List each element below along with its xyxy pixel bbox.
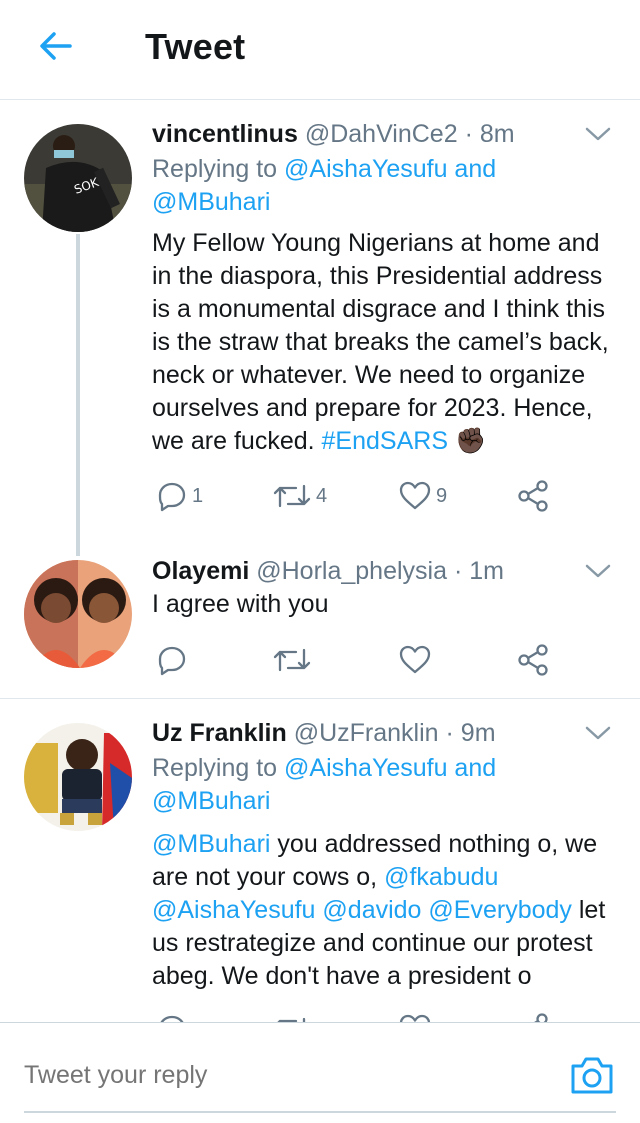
like-button[interactable] [398,1009,432,1022]
mention-link[interactable]: @AishaYesufu [152,896,315,924]
like-count: 9 [436,484,448,507]
reply-input[interactable] [24,1040,544,1110]
reply-button[interactable] [156,1009,188,1022]
share-button[interactable] [516,1009,550,1022]
tweet-actions: 1 4 9 [152,476,572,516]
retweet-icon [273,484,311,508]
avatar[interactable] [24,560,132,668]
tweet-actions [152,640,572,680]
raised-fist-emoji: ✊🏿 [454,427,487,455]
reply-input-underline [24,1111,616,1113]
back-arrow-icon [40,32,72,60]
share-button[interactable] [516,640,550,680]
avatar[interactable] [24,723,132,831]
share-icon [518,644,548,676]
display-name[interactable]: Uz Franklin [152,719,287,747]
tweet-text-fragment: we are fucked. [152,427,322,455]
replying-to-prefix: Replying to [152,155,278,183]
retweet-count: 4 [316,484,328,507]
meta-separator: · [445,719,454,747]
reply-icon [158,482,186,512]
top-bar: Tweet [0,0,640,100]
tweet-text-line: neck or whatever. We need to organize [152,361,586,389]
share-button[interactable] [516,476,550,516]
mention-link[interactable]: @fkabudu [384,863,498,891]
tweet-text-line: is a monumental disgrace and I think thi… [152,295,606,323]
user-handle[interactable]: @DahVinCe2 [305,120,458,148]
tweet-text-line: ourselves and prepare for 2023. Hence, [152,394,593,422]
retweet-icon [277,1017,306,1022]
retweet-button[interactable] [272,640,312,680]
tweet[interactable]: Uz Franklin @UzFranklin · 9m Replying to… [0,699,640,1022]
replying-to: Replying to @AishaYesufu and @MBuhari [152,752,620,818]
reply-button[interactable]: 1 [156,476,203,516]
tweet-actions [152,1009,572,1022]
reply-icon [158,646,186,676]
tweet[interactable]: SOKI vincentlinus @DahVinCe2 · 8m Replyi… [0,100,640,548]
reply-count: 1 [192,484,204,507]
tweet-meta: Olayemi @Horla_phelysia · 1m [152,556,620,586]
avatar-image: SOKI [24,124,132,232]
page-title: Tweet [145,26,246,67]
replying-to: Replying to @AishaYesufu and @MBuhari [152,153,620,219]
avatar-image [24,723,132,831]
chevron-down-icon[interactable] [584,561,612,581]
tweet-text-line: is the straw that breaks the camel’s bac… [152,328,609,356]
tweet-meta: Uz Franklin @UzFranklin · 9m [152,718,620,748]
tweet-meta: vincentlinus @DahVinCe2 · 8m [152,119,620,149]
avatar-image [24,560,132,668]
hashtag-link[interactable]: #EndSARS [322,427,448,455]
display-name[interactable]: Olayemi [152,557,249,585]
retweet-icon [273,648,311,672]
chevron-down-icon[interactable] [584,723,612,743]
chevron-down-icon[interactable] [584,124,612,144]
tweet-text: @MBuhari you addressed nothing o, we are… [152,828,620,993]
retweet-button[interactable] [272,1009,312,1022]
user-handle[interactable]: @Horla_phelysia [256,557,447,585]
tweet[interactable]: Olayemi @Horla_phelysia · 1m I agree wit… [0,548,640,698]
mention-link[interactable]: @davido [322,896,421,924]
tweet-text: I agree with you [152,590,329,618]
reply-icon [160,1015,184,1022]
like-icon [399,1014,431,1022]
meta-separator: · [464,120,473,148]
share-icon [518,480,548,512]
tweet-text: My Fellow Young Nigerians at home and in… [152,227,620,458]
like-icon [399,645,431,674]
avatar[interactable]: SOKI [24,124,132,232]
meta-separator: · [453,557,463,585]
camera-icon[interactable] [568,1052,616,1098]
user-handle[interactable]: @UzFranklin [294,719,439,747]
back-button[interactable] [34,24,78,68]
tweet-time: 9m [460,719,496,747]
like-icon [399,481,431,510]
mention-link[interactable]: @MBuhari [152,830,270,858]
retweet-button[interactable]: 4 [272,476,327,516]
like-button[interactable] [398,640,432,680]
display-name[interactable]: vincentlinus [152,120,298,148]
tweet-text-line: My Fellow Young Nigerians at home and [152,229,600,257]
mention-link[interactable]: @Everybody [428,896,572,924]
tweet-text-line: in the diaspora, this Presidential addre… [152,262,603,290]
tweet-time: 1m [469,557,504,585]
share-icon [534,1013,548,1022]
tweet-time: 8m [479,120,515,148]
tweet-text-line: we are fucked. #EndSARS ✊🏿 [152,425,620,458]
like-button[interactable]: 9 [398,476,447,516]
reply-button[interactable] [156,640,188,680]
replying-to-prefix: Replying to [152,754,278,782]
